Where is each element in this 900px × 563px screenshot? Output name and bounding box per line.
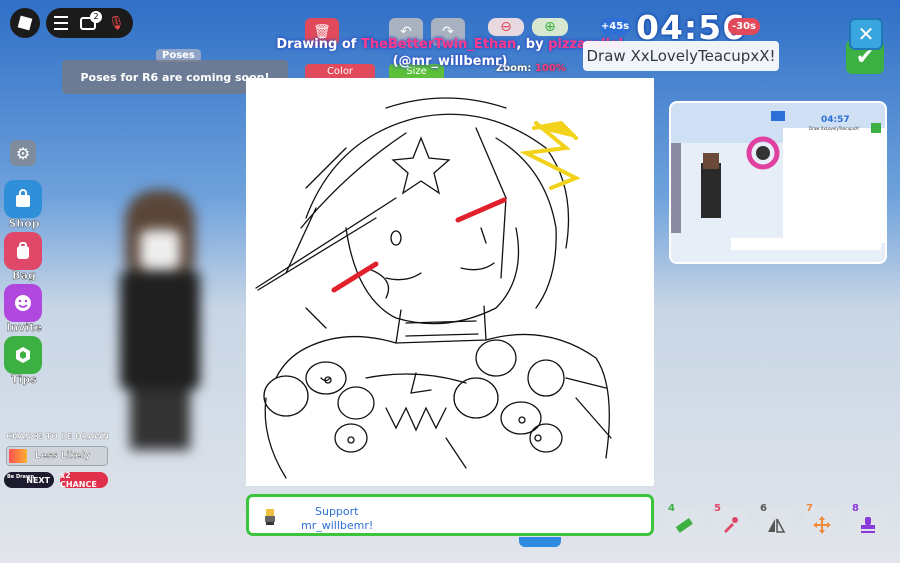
support-avatar-icon xyxy=(265,509,275,525)
mic-muted-icon[interactable]: 🎙 xyxy=(108,16,125,31)
title-prefix: Drawing of xyxy=(276,37,361,52)
title-handle: (@mr_willbemr) xyxy=(392,54,508,69)
timer-minus-button[interactable]: -30s xyxy=(728,18,760,35)
tool-slot-number: 4 xyxy=(668,503,675,514)
zoom-group: ⊖ ⊕ xyxy=(488,18,568,36)
support-line1: Support xyxy=(315,505,359,518)
title-subject: TheBetterTwin_Ethan xyxy=(360,37,517,52)
ruler-icon xyxy=(675,517,693,533)
sketch-drawing xyxy=(255,97,612,479)
move-icon xyxy=(813,516,831,534)
hotbar-tab[interactable] xyxy=(519,537,561,547)
smiley-icon xyxy=(15,295,31,311)
support-line2: mr_willbemr! xyxy=(301,519,374,532)
zoom-out-icon[interactable]: ⊖ xyxy=(488,18,524,36)
support-panel[interactable]: Support mr_willbemr! xyxy=(246,494,654,536)
sidebar-item-label: Bag xyxy=(12,269,36,282)
lightbulb-icon xyxy=(16,347,30,363)
drawing-canvas[interactable] xyxy=(246,78,654,486)
chance-meter: Less Likely xyxy=(6,446,108,466)
symmetry-icon xyxy=(768,518,786,533)
sidebar-item-label: Invite xyxy=(6,321,42,334)
backpack-icon xyxy=(17,242,29,259)
roblox-topbar: 2 🎙 xyxy=(10,8,133,38)
background-avatar xyxy=(100,190,220,450)
hamburger-menu-icon[interactable] xyxy=(54,16,68,30)
sidebar-item-bag[interactable]: Bag xyxy=(4,232,42,282)
stamp-icon xyxy=(861,517,875,533)
tool-slot-symmetry[interactable]: 6 xyxy=(758,503,794,543)
left-sidebar: ⚙ Shop Bag Invite Tips xyxy=(4,140,46,388)
close-icon[interactable]: ✕ xyxy=(849,18,883,50)
sidebar-item-tips[interactable]: Tips xyxy=(4,336,42,386)
chance-title: CHANCE TO BE DRAWN xyxy=(6,432,110,441)
sidebar-item-label: Tips xyxy=(11,373,37,386)
x2-chance-button[interactable]: x2 CHANCE xyxy=(60,471,108,489)
zoom-in-icon[interactable]: ⊕ xyxy=(532,18,568,36)
tool-slot-number: 8 xyxy=(852,503,859,514)
chance-level: Less Likely xyxy=(35,451,91,461)
title-middle: , by xyxy=(516,37,549,52)
sidebar-item-label: Shop xyxy=(8,217,40,230)
tool-slot-number: 7 xyxy=(806,503,813,514)
timer-plus-button[interactable]: +45s xyxy=(600,18,630,35)
shopping-bag-icon xyxy=(16,189,30,207)
chat-icon[interactable]: 2 xyxy=(80,10,102,30)
tool-slot-stamp[interactable]: 8 xyxy=(850,503,886,543)
preview-thumbnail: 04:57 Draw XxLovelyTeacupxX! xyxy=(669,101,887,264)
tool-slot-move[interactable]: 7 xyxy=(804,503,840,543)
chance-meter-fill xyxy=(9,449,27,463)
sidebar-item-shop[interactable]: Shop xyxy=(4,180,42,230)
roblox-logo-icon xyxy=(17,15,33,31)
tool-slot-number: 5 xyxy=(714,503,721,514)
sidebar-item-invite[interactable]: Invite xyxy=(4,284,42,334)
settings-gear-icon[interactable]: ⚙ xyxy=(10,140,36,166)
roblox-logo-button[interactable] xyxy=(10,8,40,38)
tool-slot-eyedropper[interactable]: 5 xyxy=(712,503,748,543)
tool-slot-ruler[interactable]: 4 xyxy=(666,503,702,543)
eyedropper-icon xyxy=(724,517,738,533)
menu-pill: 2 🎙 xyxy=(46,8,133,38)
be-drawn-mini-label: Be Drawn xyxy=(7,474,35,480)
preview-prompt: Draw XxLovelyTeacupxX! xyxy=(809,126,860,131)
draw-prompt: Draw XxLovelyTeacupxX! xyxy=(583,41,779,71)
chat-badge: 2 xyxy=(90,10,102,23)
be-drawn-next-button[interactable]: Be Drawn NEXT xyxy=(4,472,54,488)
preview-timer: 04:57 xyxy=(821,115,850,125)
tool-slot-number: 6 xyxy=(760,503,767,514)
bottom-tool-hotbar: 4 5 6 7 8 xyxy=(666,503,896,543)
